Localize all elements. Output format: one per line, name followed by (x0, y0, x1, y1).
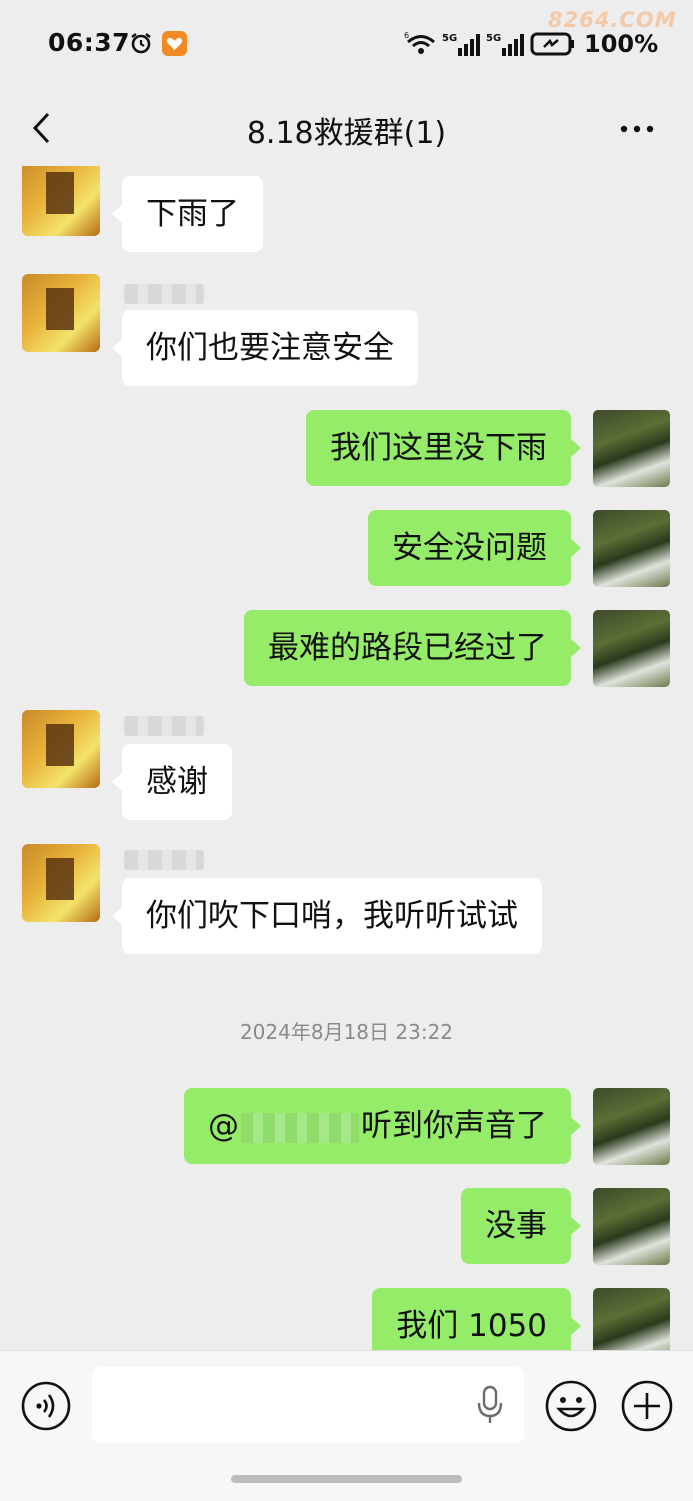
message-bubble-right[interactable]: 我们这里没下雨 (306, 410, 581, 486)
net-label: 5G (442, 33, 457, 44)
message-input[interactable] (92, 1367, 524, 1443)
chat-header: 8.18救援群(1) (0, 90, 693, 168)
microphone-icon[interactable] (476, 1385, 504, 1425)
message-list[interactable]: 下雨了 你们也要注意安全 我们这里没下雨 安全没问题 最难的路段已经过了 感谢 … (0, 166, 693, 1350)
message-text: 听到你声音了 (361, 1108, 547, 1144)
status-bar: 06:37 8264.COM 6 5G 5G 100% (0, 0, 693, 90)
message-bubble-right[interactable]: 我们 1050 (372, 1288, 581, 1350)
more-dots-icon[interactable] (612, 114, 662, 144)
message-bubble-right[interactable]: 安全没问题 (368, 510, 581, 586)
sender-avatar[interactable] (22, 166, 100, 236)
message-bubble-left[interactable]: 下雨了 (112, 176, 263, 252)
alarm-icon (131, 33, 151, 54)
signal-icon: 5G (442, 33, 480, 56)
message-bubble-left[interactable]: 感谢 (112, 744, 232, 820)
self-avatar[interactable] (593, 1188, 670, 1265)
sender-name-blurred (124, 850, 204, 870)
system-icons: 6 5G 5G 100% (404, 28, 658, 60)
sender-avatar[interactable] (22, 274, 100, 352)
svg-text:6: 6 (404, 31, 409, 40)
battery-icon (530, 32, 574, 56)
message-bubble-right[interactable]: @ 听到你声音了 (184, 1088, 581, 1164)
voice-input-icon[interactable] (20, 1380, 72, 1432)
net-label-2: 5G (486, 33, 501, 44)
sender-name-blurred (124, 716, 204, 736)
message-bubble-right[interactable]: 没事 (461, 1188, 581, 1264)
self-avatar[interactable] (593, 1288, 670, 1350)
chat-timestamp: 2024年8月18日 23:22 (239, 1020, 454, 1044)
sender-avatar[interactable] (22, 844, 100, 922)
sender-name-blurred (124, 284, 204, 304)
battery-percent: 100% (584, 30, 659, 58)
message-bubble-left[interactable]: 你们吹下口哨，我听听试试 (112, 878, 542, 954)
sender-avatar[interactable] (22, 710, 100, 788)
emoji-icon[interactable] (544, 1379, 598, 1433)
input-bar (0, 1350, 693, 1501)
notification-app-icon (162, 31, 187, 56)
mention-at: @ (208, 1108, 239, 1144)
message-bubble-left[interactable]: 你们也要注意安全 (112, 310, 418, 386)
self-avatar[interactable] (593, 1088, 670, 1165)
plus-icon[interactable] (620, 1379, 674, 1433)
message-bubble-right[interactable]: 最难的路段已经过了 (244, 610, 581, 686)
self-avatar[interactable] (593, 610, 670, 687)
home-indicator[interactable] (231, 1475, 462, 1483)
self-avatar[interactable] (593, 410, 670, 487)
status-time: 06:37 (48, 28, 131, 57)
signal-icon-2: 5G (486, 33, 524, 56)
mention-name-blurred (241, 1112, 359, 1143)
self-avatar[interactable] (593, 510, 670, 587)
chat-title[interactable]: 8.18救援群(1) (0, 108, 693, 152)
wifi-icon: 6 (404, 31, 435, 54)
